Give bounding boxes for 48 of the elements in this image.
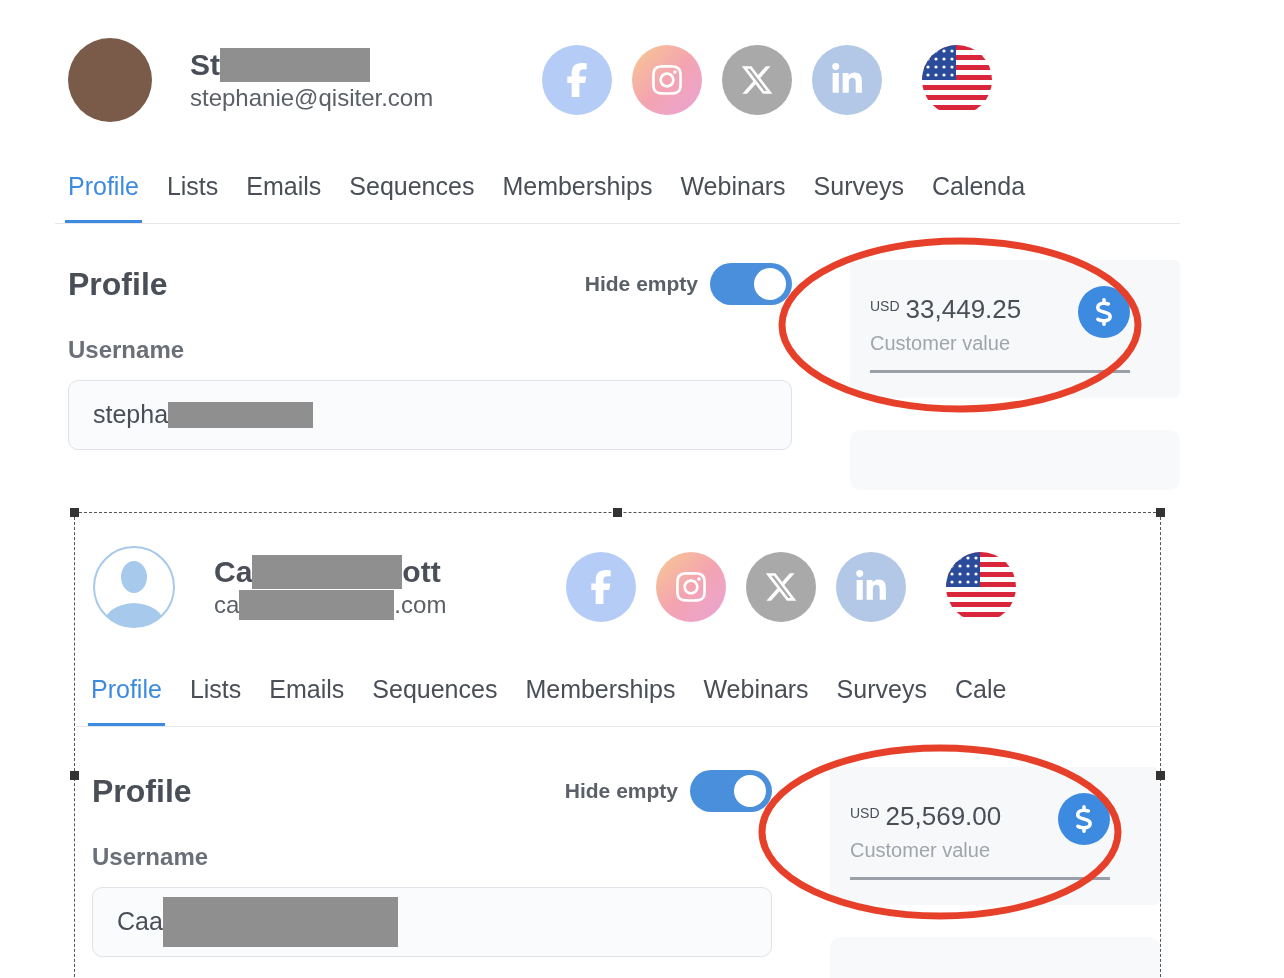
- tab[interactable]: Webinars: [677, 168, 789, 223]
- toggle-label: Hide empty: [564, 777, 678, 804]
- contact-email: .com: [394, 590, 447, 620]
- tab[interactable]: Emails: [266, 671, 348, 726]
- customer-value-label: Customer value: [870, 330, 1012, 356]
- section-title: Profile: [92, 771, 192, 811]
- tab[interactable]: Lists: [186, 671, 245, 726]
- section-title: Profile: [68, 264, 168, 304]
- contact-name: ott: [402, 554, 441, 590]
- currency-code: USD: [870, 296, 900, 316]
- tab[interactable]: Memberships: [499, 168, 656, 223]
- tab[interactable]: Webinars: [700, 671, 812, 726]
- tab[interactable]: Profile: [88, 671, 165, 726]
- currency-code: USD: [850, 803, 880, 823]
- contact-name: St: [190, 47, 220, 83]
- toggle-label: Hide empty: [584, 270, 698, 297]
- resize-handle[interactable]: [70, 771, 79, 780]
- tab[interactable]: Cale: [951, 671, 1010, 726]
- resize-handle[interactable]: [1156, 508, 1165, 517]
- field-value: stepha: [93, 398, 169, 430]
- username-field[interactable]: stepha: [68, 379, 792, 450]
- customer-value-label: Customer value: [850, 837, 992, 863]
- customer-value-amount: 25,569.00: [885, 800, 1002, 831]
- dollar-icon: [1058, 792, 1110, 845]
- resize-handle[interactable]: [70, 508, 79, 517]
- contact-email: stephanie@qisiter.com: [190, 83, 434, 113]
- toggle-switch[interactable]: [710, 262, 792, 305]
- tab[interactable]: Calenda: [928, 168, 1029, 223]
- tab[interactable]: Sequences: [369, 671, 501, 726]
- username-field[interactable]: Caa: [92, 886, 772, 957]
- tab[interactable]: Surveys: [833, 671, 930, 726]
- contact-name: Ca: [214, 554, 253, 590]
- avatar-silhouette-icon: [92, 545, 176, 629]
- field-value: Caa: [117, 905, 163, 937]
- resize-handle[interactable]: [1156, 771, 1165, 780]
- tab[interactable]: Profile: [65, 168, 142, 223]
- dollar-icon: [1078, 285, 1130, 338]
- tab[interactable]: Lists: [163, 168, 222, 223]
- toggle-switch[interactable]: [690, 769, 772, 812]
- tab[interactable]: Surveys: [810, 168, 907, 223]
- tab[interactable]: Sequences: [346, 168, 478, 223]
- resize-handle[interactable]: [613, 508, 622, 517]
- tab[interactable]: Memberships: [522, 671, 679, 726]
- field-label: Username: [92, 841, 210, 872]
- customer-value-amount: 33,449.25: [905, 293, 1022, 324]
- tab[interactable]: Emails: [243, 168, 325, 223]
- field-label: Username: [68, 334, 186, 365]
- contact-email: ca: [214, 590, 240, 620]
